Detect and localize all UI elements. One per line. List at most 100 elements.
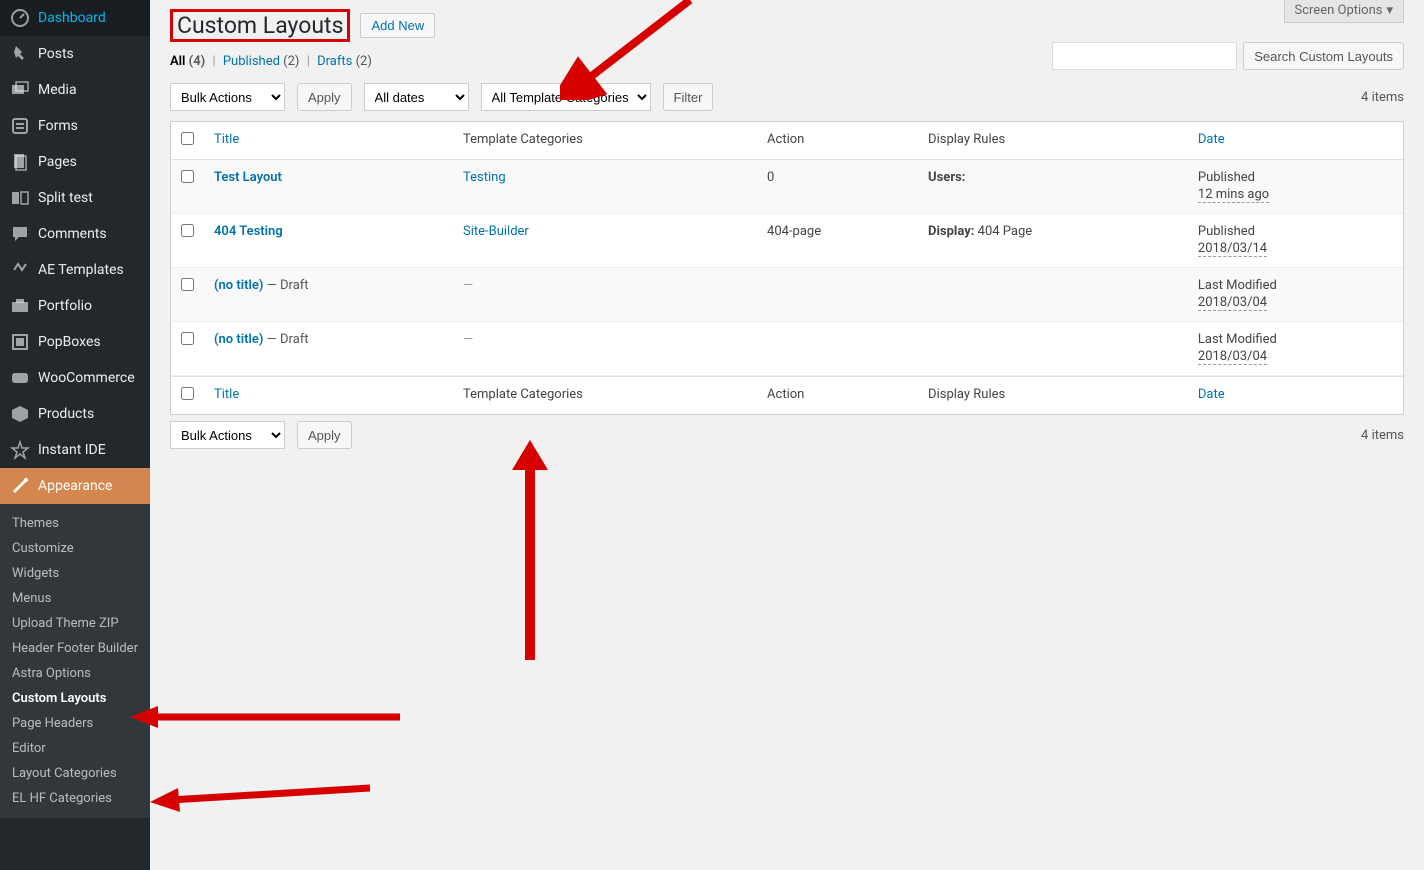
popboxes-icon [10, 332, 30, 352]
pin-icon [10, 44, 30, 64]
submenu-item-widgets[interactable]: Widgets [0, 561, 150, 586]
sidebar-item-ae-templates[interactable]: AE Templates [0, 252, 150, 288]
ae-icon [10, 260, 30, 280]
media-icon [10, 80, 30, 100]
content-area: Screen Options ▾ Search Custom Layouts C… [150, 0, 1424, 870]
sidebar-item-split-test[interactable]: Split test [0, 180, 150, 216]
admin-sidebar: Dashboard Posts MediaForms Pages Split test C… [0, 0, 150, 870]
filter-all[interactable]: All (4) [170, 54, 205, 69]
apply-bulk-button[interactable]: Apply [297, 83, 352, 111]
submenu-item-el-hf-categories[interactable]: EL HF Categories [0, 786, 150, 811]
woo-icon [10, 368, 30, 388]
filter-drafts[interactable]: Drafts (2) [317, 54, 372, 69]
sidebar-item-instant-ide[interactable]: Instant IDE [0, 432, 150, 468]
row-title-link[interactable]: 404 Testing [214, 224, 283, 239]
screen-options-toggle[interactable]: Screen Options ▾ [1284, 0, 1405, 23]
items-count-top: 4 items [1361, 90, 1404, 105]
submenu-item-editor[interactable]: Editor [0, 736, 150, 761]
submenu-item-layout-categories[interactable]: Layout Categories [0, 761, 150, 786]
sidebar-item-woocommerce[interactable]: WooCommerce [0, 360, 150, 396]
col-categories-foot: Template Categories [453, 376, 757, 414]
sidebar-item-products[interactable]: Products [0, 396, 150, 432]
row-category-link[interactable]: Testing [463, 170, 506, 185]
col-rules-foot: Display Rules [918, 376, 1188, 414]
sidebar-item-label: Products [38, 406, 94, 422]
table-row: (no title) — Draft—Last Modified2018/03/… [171, 322, 1403, 376]
submenu-item-page-headers[interactable]: Page Headers [0, 711, 150, 736]
submenu-item-themes[interactable]: Themes [0, 511, 150, 536]
submenu-item-upload-theme-zip[interactable]: Upload Theme ZIP [0, 611, 150, 636]
tablenav-top: Bulk Actions Apply All dates All Templat… [170, 77, 1404, 117]
col-title-foot[interactable]: Title [204, 376, 453, 414]
search-input[interactable] [1052, 42, 1237, 70]
template-categories-select[interactable]: All Template Categories [481, 83, 651, 111]
sidebar-item-label: Appearance [38, 478, 112, 494]
sidebar-item-media[interactable]: Media [0, 72, 150, 108]
sidebar-item-label: Posts [38, 46, 74, 62]
portfolio-icon [10, 296, 30, 316]
sidebar-item-posts[interactable]: Posts [0, 36, 150, 72]
submenu-item-menus[interactable]: Menus [0, 586, 150, 611]
sidebar-item-popboxes[interactable]: PopBoxes [0, 324, 150, 360]
select-all-checkbox[interactable] [181, 132, 194, 145]
row-title-suffix: — Draft [263, 332, 308, 347]
submenu-item-custom-layouts[interactable]: Custom Layouts [0, 686, 150, 711]
submenu-item-astra-options[interactable]: Astra Options [0, 661, 150, 686]
row-title-link[interactable]: (no title) [214, 278, 263, 293]
sidebar-item-label: Pages [38, 154, 77, 170]
apply-bulk-button-bottom[interactable]: Apply [297, 421, 352, 449]
date-status: Last Modified [1198, 332, 1277, 347]
submenu-item-header-footer-builder[interactable]: Header Footer Builder [0, 636, 150, 661]
page-header: Custom Layouts Add New [170, 0, 1404, 46]
col-title[interactable]: Title [204, 122, 453, 160]
row-category: — [463, 278, 473, 293]
bulk-actions-select-bottom[interactable]: Bulk Actions [170, 421, 285, 449]
row-checkbox[interactable] [181, 332, 194, 345]
select-all-checkbox-bottom[interactable] [181, 387, 194, 400]
ide-icon [10, 440, 30, 460]
submenu-item-customize[interactable]: Customize [0, 536, 150, 561]
split-icon [10, 188, 30, 208]
date-timestamp: 2018/03/04 [1198, 349, 1267, 365]
sidebar-item-comments[interactable]: Comments [0, 216, 150, 252]
row-checkbox[interactable] [181, 278, 194, 291]
sidebar-item-appearance[interactable]: Appearance [0, 468, 150, 504]
appearance-submenu: ThemesCustomizeWidgetsMenusUpload Theme … [0, 504, 150, 818]
row-checkbox[interactable] [181, 170, 194, 183]
row-title-link[interactable]: (no title) [214, 332, 263, 347]
posts-table: Title Template Categories Action Display… [170, 121, 1404, 415]
sidebar-item-label: WooCommerce [38, 370, 135, 386]
col-date-foot[interactable]: Date [1188, 376, 1403, 414]
sidebar-item-label: Comments [38, 226, 107, 242]
date-timestamp: 2018/03/04 [1198, 295, 1267, 311]
table-row: (no title) — Draft—Last Modified2018/03/… [171, 268, 1403, 322]
sidebar-item-portfolio[interactable]: Portfolio [0, 288, 150, 324]
row-category-link[interactable]: Site-Builder [463, 224, 529, 239]
row-title-link[interactable]: Test Layout [214, 170, 282, 185]
products-icon [10, 404, 30, 424]
row-action: 404-page [767, 224, 821, 239]
dates-filter-select[interactable]: All dates [364, 83, 469, 111]
col-categories: Template Categories [453, 122, 757, 160]
items-count-bottom: 4 items [1361, 428, 1404, 443]
pages-icon [10, 152, 30, 172]
row-checkbox[interactable] [181, 224, 194, 237]
date-timestamp: 12 mins ago [1198, 187, 1269, 203]
sidebar-item-label: Split test [38, 190, 93, 206]
sidebar-item-label: Portfolio [38, 298, 92, 314]
sidebar-item-dashboard[interactable]: Dashboard [0, 0, 150, 36]
add-new-button[interactable]: Add New [360, 13, 435, 38]
col-date[interactable]: Date [1188, 122, 1403, 160]
bulk-actions-select[interactable]: Bulk Actions [170, 83, 285, 111]
rules-label: Display: [928, 224, 974, 239]
filter-published[interactable]: Published (2) [223, 54, 300, 69]
sidebar-item-forms[interactable]: Forms [0, 108, 150, 144]
rules-label: Users: [928, 170, 965, 185]
appearance-icon [10, 476, 30, 496]
search-button[interactable]: Search Custom Layouts [1243, 42, 1404, 70]
table-row: Test LayoutTesting0Users:Published12 min… [171, 160, 1403, 214]
filter-button[interactable]: Filter [663, 83, 714, 111]
sidebar-item-pages[interactable]: Pages [0, 144, 150, 180]
col-rules: Display Rules [918, 122, 1188, 160]
sidebar-item-label: Instant IDE [38, 442, 106, 458]
